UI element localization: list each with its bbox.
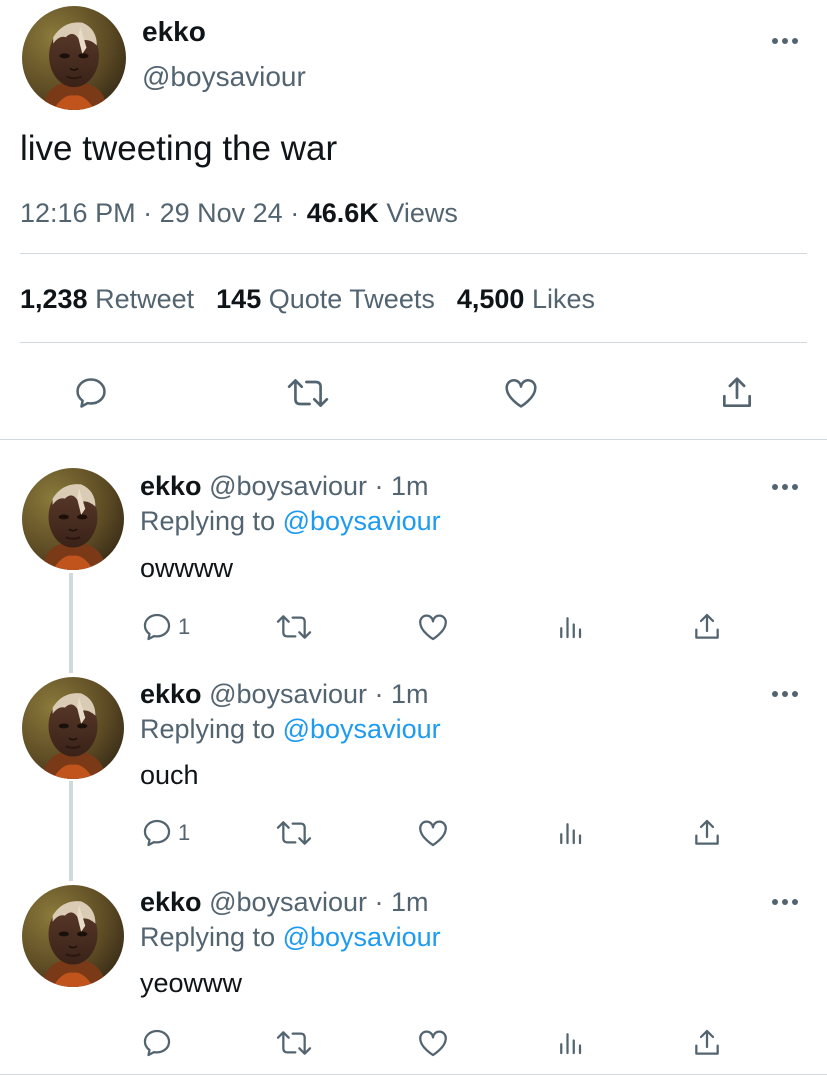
- handle-time[interactable]: @boysaviour · 1m: [209, 679, 428, 709]
- like-button[interactable]: [413, 816, 453, 850]
- avatar[interactable]: [22, 677, 124, 779]
- reply-button[interactable]: [140, 1026, 174, 1060]
- comment-icon: [143, 1029, 171, 1057]
- quotes-label: Quote Tweets: [268, 284, 435, 314]
- retweet-button[interactable]: [273, 610, 315, 644]
- tweet-date[interactable]: 29 Nov 24: [160, 198, 283, 228]
- reply-button[interactable]: 1: [140, 816, 190, 850]
- comment-icon: [143, 819, 171, 847]
- handle-time[interactable]: @boysaviour · 1m: [209, 887, 428, 917]
- reply-text: ouch: [140, 760, 199, 790]
- more-icon[interactable]: [770, 34, 800, 48]
- tweet-meta: 12:16 PM · 29 Nov 24 · 46.6K Views: [20, 196, 458, 230]
- avatar[interactable]: [22, 6, 126, 110]
- tweet-time[interactable]: 12:16 PM: [20, 198, 136, 228]
- divider: [20, 253, 807, 254]
- share-icon: [695, 613, 719, 639]
- like-button[interactable]: [498, 370, 544, 416]
- share-button[interactable]: [690, 610, 724, 644]
- like-button[interactable]: [413, 1026, 453, 1060]
- retweet-button[interactable]: [273, 1026, 315, 1060]
- replying-to: Replying to @boysaviour: [140, 712, 441, 746]
- reply-header: ekko @boysaviour · 1m: [140, 677, 429, 711]
- share-icon: [695, 1029, 719, 1055]
- analytics-button[interactable]: [553, 610, 587, 644]
- likes-count: 4,500: [456, 284, 525, 314]
- reply-header: ekko @boysaviour · 1m: [140, 885, 429, 919]
- meta-separator: ·: [143, 198, 153, 228]
- reply-count: 1: [178, 820, 191, 845]
- author-name[interactable]: ekko: [140, 887, 202, 917]
- retweets-stat[interactable]: 1,238 Retweet: [20, 284, 194, 314]
- retweet-icon: [287, 379, 329, 407]
- analytics-button[interactable]: [553, 1026, 587, 1060]
- retweet-button[interactable]: [273, 816, 315, 850]
- divider: [0, 439, 827, 440]
- replying-to: Replying to @boysaviour: [140, 504, 441, 538]
- more-icon[interactable]: [770, 687, 800, 701]
- handle-time[interactable]: @boysaviour · 1m: [209, 471, 428, 501]
- analytics-icon: [560, 823, 582, 845]
- replying-prefix: Replying to: [140, 714, 276, 744]
- author-name[interactable]: ekko: [142, 15, 206, 49]
- retweet-icon: [276, 1031, 312, 1055]
- thread-line: [69, 573, 73, 673]
- reply-text: yeowww: [140, 968, 243, 998]
- views-label: Views: [386, 198, 458, 228]
- more-icon[interactable]: [770, 480, 800, 494]
- analytics-icon: [560, 1033, 582, 1055]
- author-name[interactable]: ekko: [140, 471, 202, 501]
- retweet-button[interactable]: [283, 370, 333, 416]
- tweet-text: live tweeting the war: [20, 129, 338, 168]
- reply-header: ekko @boysaviour · 1m: [140, 469, 429, 503]
- replying-prefix: Replying to: [140, 506, 276, 536]
- retweets-count: 1,238: [20, 284, 88, 314]
- analytics-button[interactable]: [553, 816, 587, 850]
- comment-icon: [143, 613, 171, 641]
- replying-to-link[interactable]: @boysaviour: [283, 714, 441, 744]
- share-icon: [695, 819, 719, 845]
- retweet-icon: [276, 615, 312, 639]
- reply-text: owwww: [140, 553, 234, 583]
- views-count: 46.6K: [306, 198, 379, 228]
- divider: [0, 1074, 827, 1075]
- reply-button[interactable]: [68, 370, 114, 416]
- avatar[interactable]: [22, 468, 124, 570]
- reply-count: 1: [178, 614, 191, 639]
- heart-icon: [419, 1030, 447, 1057]
- share-icon: [722, 377, 752, 408]
- replying-to: Replying to @boysaviour: [140, 920, 441, 954]
- comment-icon: [76, 378, 106, 408]
- replying-to-link[interactable]: @boysaviour: [283, 922, 441, 952]
- like-button[interactable]: [413, 610, 453, 644]
- heart-icon: [419, 614, 447, 641]
- meta-separator: ·: [290, 198, 300, 228]
- replying-prefix: Replying to: [140, 922, 276, 952]
- more-icon[interactable]: [770, 895, 800, 909]
- divider: [20, 342, 807, 343]
- retweets-label: Retweet: [95, 284, 195, 314]
- share-button[interactable]: [690, 1026, 724, 1060]
- heart-icon: [419, 820, 447, 847]
- quotes-stat[interactable]: 145 Quote Tweets: [216, 284, 435, 314]
- thread-line: [69, 781, 73, 881]
- quotes-count: 145: [216, 284, 262, 314]
- replying-to-link[interactable]: @boysaviour: [283, 506, 441, 536]
- analytics-icon: [560, 617, 582, 639]
- likes-label: Likes: [531, 284, 595, 314]
- share-button[interactable]: [690, 816, 724, 850]
- reply-button[interactable]: 1: [140, 610, 190, 644]
- share-button[interactable]: [714, 370, 760, 416]
- author-name[interactable]: ekko: [140, 679, 202, 709]
- author-handle[interactable]: @boysaviour: [142, 60, 306, 94]
- likes-stat[interactable]: 4,500 Likes: [457, 284, 595, 314]
- tweet-stats: 1,238 Retweet 145 Quote Tweets 4,500 Likes: [20, 282, 595, 316]
- retweet-icon: [276, 821, 312, 845]
- avatar[interactable]: [22, 885, 124, 987]
- heart-icon: [505, 379, 537, 408]
